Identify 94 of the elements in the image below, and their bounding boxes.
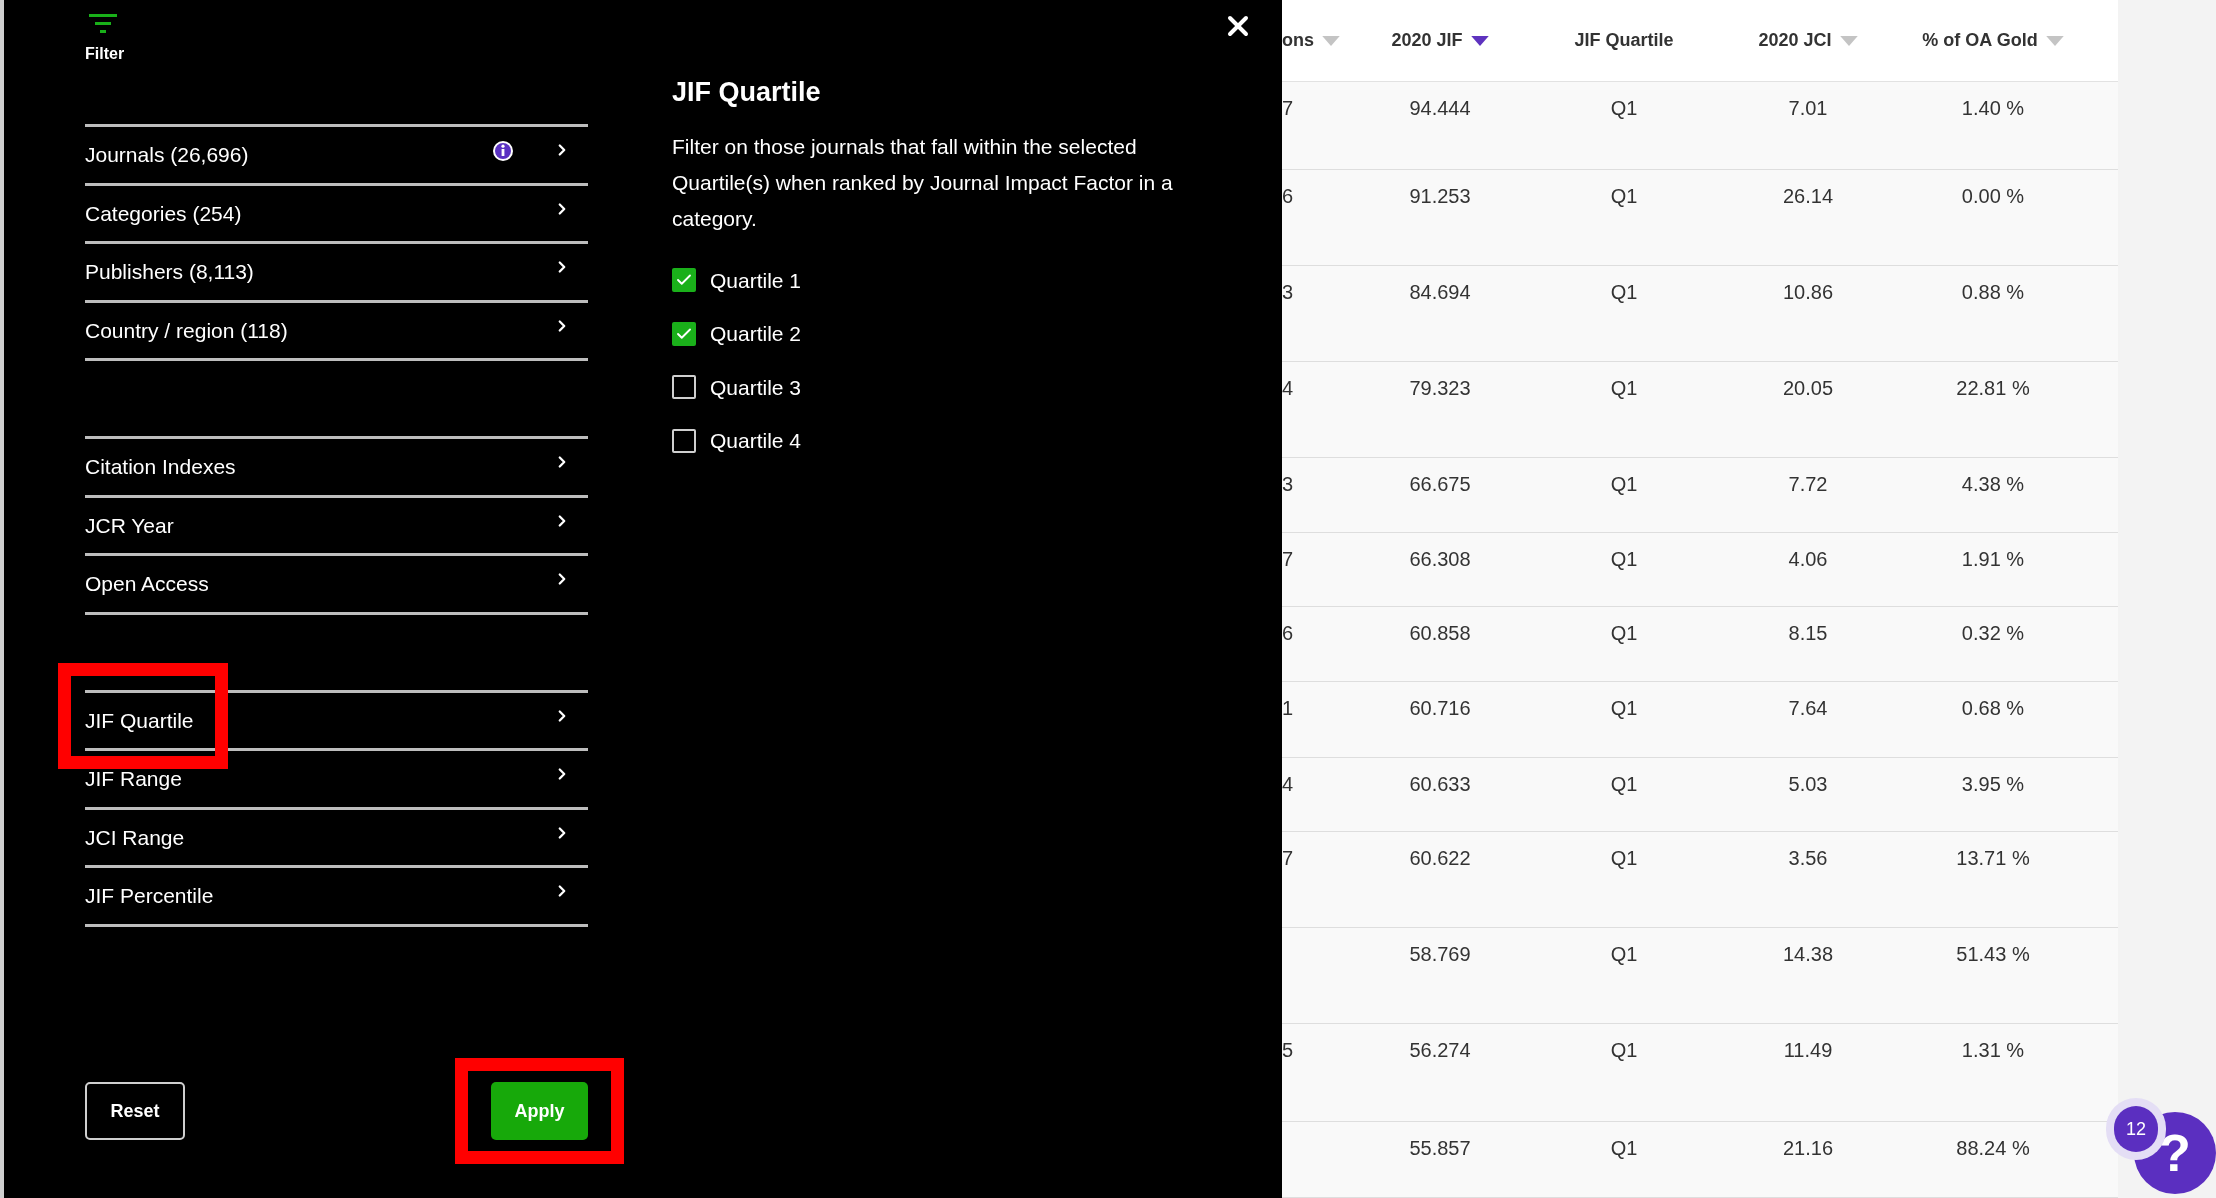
checkbox-label[interactable]: Quartile 4: [710, 425, 802, 457]
table-cell-text: Q1: [1610, 184, 1638, 209]
table-cell-text: 7: [1282, 547, 1294, 572]
detail-title: JIF Quartile: [672, 76, 822, 109]
table-cell-text: Q1: [1610, 1038, 1638, 1063]
table-cell-text: 1.40 %: [1961, 96, 2025, 121]
table-cell-text: 11.49: [1783, 1038, 1833, 1063]
column-header[interactable]: ons: [1282, 27, 1314, 54]
table-cell-text: 66.308: [1409, 547, 1471, 572]
table-cell-text: Q1: [1610, 621, 1638, 646]
table-cell-text: 55.857: [1409, 1136, 1471, 1161]
table-cell-text: Q1: [1610, 1136, 1638, 1161]
checkbox[interactable]: [672, 321, 696, 346]
table-cell-text: 94.444: [1409, 96, 1471, 121]
filter-icon[interactable]: [89, 12, 117, 34]
table-cell-text: 4: [1282, 376, 1294, 401]
filter-category-item[interactable]: Citation Indexes: [85, 439, 588, 495]
table-cell-text: Q1: [1610, 942, 1638, 967]
table-cell-text: 60.633: [1409, 772, 1471, 797]
table-cell-text: 7: [1282, 846, 1294, 871]
table-cell-text: 10.86: [1782, 280, 1834, 305]
checkbox[interactable]: [672, 375, 696, 400]
reset-button[interactable]: Reset: [85, 1082, 185, 1140]
table-cell-text: 3.56: [1788, 846, 1828, 871]
checkbox[interactable]: [672, 268, 696, 293]
table-cell-text: Q1: [1610, 472, 1638, 497]
table-cell-text: 5.03: [1788, 772, 1828, 797]
checkbox[interactable]: [672, 428, 696, 453]
table-cell-text: 14.38: [1782, 942, 1834, 967]
checkbox-label[interactable]: Quartile 3: [710, 371, 802, 403]
table-cell-text: 66.675: [1409, 472, 1471, 497]
filter-category-item[interactable]: Publishers (8,113): [85, 244, 588, 300]
table-cell-text: 58.769: [1409, 942, 1471, 967]
table-cell-text: 5: [1282, 1038, 1294, 1063]
table-cell-text: 7: [1282, 96, 1294, 121]
filter-label: Filter: [85, 44, 125, 64]
table-cell-text: 1: [1282, 696, 1294, 721]
table-cell-text: 20.05: [1782, 376, 1834, 401]
table-cell-text: 91.253: [1409, 184, 1471, 209]
table-cell-text: Q1: [1610, 96, 1638, 121]
sort-caret-icon[interactable]: [1470, 35, 1489, 46]
info-icon[interactable]: [493, 141, 513, 161]
table-cell-text: Q1: [1610, 846, 1638, 871]
checkbox-label[interactable]: Quartile 1: [710, 264, 802, 296]
filter-category-item[interactable]: Journals (26,696): [85, 127, 588, 183]
table-cell-text: 7.01: [1788, 96, 1828, 121]
table-cell-text: 60.622: [1409, 846, 1471, 871]
table-cell-text: 3: [1282, 280, 1294, 305]
table-cell-text: 3: [1282, 472, 1294, 497]
column-header[interactable]: JIF Quartile: [1574, 27, 1674, 54]
table-cell-text: 6: [1282, 621, 1294, 646]
table-cell-text: 21.16: [1782, 1136, 1834, 1161]
table-cell-text: 0.68 %: [1961, 696, 2025, 721]
column-header[interactable]: 2020 JIF: [1391, 27, 1463, 54]
table-cell-text: 79.323: [1409, 376, 1471, 401]
filter-category-item[interactable]: JIF Quartile: [85, 692, 588, 748]
detail-description: Filter on those journals that fall within the selected Quartile(s) when ranked by Journal Impact Factor in a category.: [672, 133, 1174, 232]
table-cell-text: 13.71 %: [1956, 846, 2030, 871]
table-cell-text: Q1: [1610, 547, 1638, 572]
table-cell-text: 1.31 %: [1961, 1038, 2025, 1063]
table-cell-text: 1.91 %: [1961, 547, 2025, 572]
filter-category-item[interactable]: Categories (254): [85, 185, 588, 241]
filter-category-item[interactable]: JIF Percentile: [85, 868, 588, 924]
table-cell-text: 4.06: [1788, 547, 1828, 572]
table-cell-text: 3.95 %: [1961, 772, 2025, 797]
table-cell-text: Q1: [1610, 772, 1638, 797]
table-cell-text: 7.72: [1788, 472, 1828, 497]
table-cell-text: 6: [1282, 184, 1294, 209]
table-cell-text: 88.24 %: [1956, 1136, 2030, 1161]
table-cell-text: Q1: [1610, 280, 1638, 305]
filter-category-item[interactable]: JCI Range: [85, 809, 588, 865]
table-cell-text: 51.43 %: [1956, 942, 2030, 967]
table-cell-text: 4: [1282, 772, 1294, 797]
table-cell-text: 56.274: [1409, 1038, 1471, 1063]
table-cell-text: 0.00 %: [1961, 184, 2025, 209]
table-cell-text: 8.15: [1788, 621, 1828, 646]
table-cell-text: Q1: [1610, 376, 1638, 401]
filter-category-item[interactable]: Open Access: [85, 556, 588, 612]
table-cell-text: 26.14: [1782, 184, 1834, 209]
table-cell-text: 0.32 %: [1961, 621, 2025, 646]
filter-category-item[interactable]: JIF Range: [85, 751, 588, 807]
checkbox-label[interactable]: Quartile 2: [710, 318, 802, 350]
column-header[interactable]: % of OA Gold: [1922, 27, 2038, 54]
table-cell-text: 7.64: [1788, 696, 1828, 721]
table-cell-text: 0.88 %: [1961, 280, 2025, 305]
filter-category-item[interactable]: Country / region (118): [85, 302, 588, 358]
column-header[interactable]: 2020 JCI: [1758, 27, 1832, 54]
table-cell-text: Q1: [1610, 696, 1638, 721]
table-cell-text: 84.694: [1409, 280, 1471, 305]
filter-category-item[interactable]: JCR Year: [85, 497, 588, 553]
table-cell-text: 22.81 %: [1956, 376, 2030, 401]
table-cell-text: 4.38 %: [1961, 472, 2025, 497]
table-cell-text: 60.858: [1409, 621, 1471, 646]
table-cell-text: 60.716: [1409, 696, 1471, 721]
